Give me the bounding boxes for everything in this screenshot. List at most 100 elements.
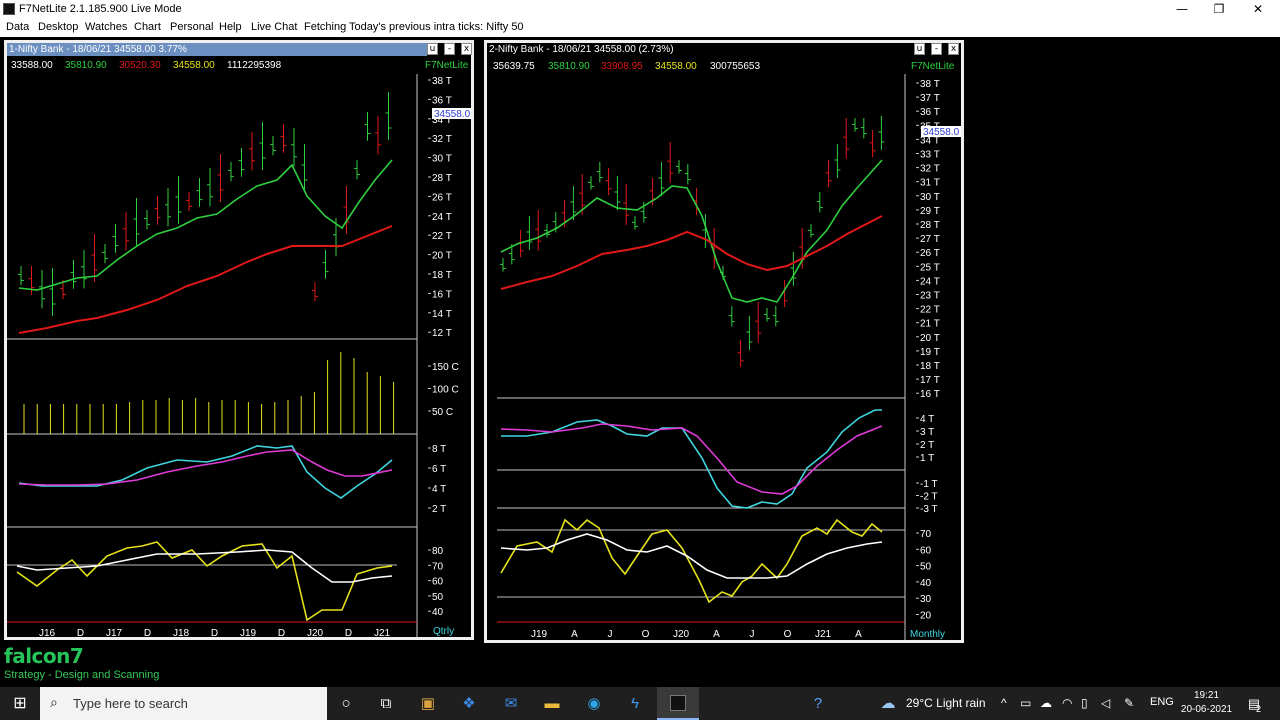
f7netlite-taskbar-button[interactable] — [657, 687, 699, 720]
cloud-icon[interactable]: ☁ — [1040, 696, 1052, 710]
file-explorer-icon[interactable]: ▬ — [541, 693, 563, 715]
period-label[interactable]: Monthly — [910, 629, 945, 640]
axis-tick-label: 70 — [432, 561, 444, 572]
taskbar-search-box[interactable]: ⌕ Type here to search — [40, 687, 327, 720]
axis-tick-label: 33 T — [920, 150, 940, 161]
axis-tick-label: 14 T — [432, 309, 452, 320]
weather-icon[interactable]: ☁ — [877, 693, 899, 715]
period-label[interactable]: Qtrly — [433, 626, 454, 637]
search-icon: ⌕ — [50, 694, 58, 710]
menu-chart[interactable]: Chart — [134, 21, 161, 33]
pen-icon[interactable]: ✎ — [1124, 696, 1134, 710]
window-u-button[interactable]: u — [427, 43, 438, 55]
window-close-button[interactable]: x — [948, 43, 959, 55]
macd-lines — [500, 409, 883, 509]
mail-icon[interactable]: ✉ — [500, 693, 522, 715]
rsi-axis-ticks: 80 70 60 50 40 — [428, 546, 444, 618]
ohlc-low: 30520.30 — [119, 60, 161, 71]
language-indicator[interactable]: ENG — [1150, 696, 1174, 708]
chart-canvas-monthly[interactable]: 35639.75 35810.90 33908.95 34558.00 3007… — [487, 56, 961, 640]
status-message: Fetching Today's previous intra ticks: N… — [304, 21, 524, 33]
app-icon-lightning[interactable]: ϟ — [624, 693, 646, 715]
chart-window-quarterly[interactable]: 1-Nifty Bank - 18/06/21 34558.00 3.77% u… — [4, 40, 474, 640]
axis-tick-label: 20 — [920, 611, 932, 622]
axis-tick-label: 26 T — [920, 248, 940, 259]
axis-tick-label: 37 T — [920, 93, 940, 104]
axis-tick-label: 24 T — [432, 212, 452, 223]
window-minimize-button[interactable]: - — [444, 43, 455, 55]
axis-tick-label: 29 T — [920, 206, 940, 217]
axis-tick-label: 17 T — [920, 375, 940, 386]
axis-tick-label: 4 T — [920, 414, 934, 425]
close-button[interactable]: ✕ — [1238, 0, 1278, 19]
price-bars — [18, 92, 392, 316]
ohlc-high: 35810.90 — [548, 61, 590, 72]
time-axis-label: J21 — [374, 628, 391, 637]
cortana-icon[interactable]: ○ — [335, 693, 357, 715]
brand-label: F7NetLite — [425, 60, 469, 71]
axis-tick-label: -1 T — [920, 479, 938, 490]
time-axis-label: J17 — [106, 628, 123, 637]
weather-text[interactable]: 29°C Light rain — [906, 696, 986, 710]
clock-date: 20-06-2021 — [1180, 704, 1233, 715]
time-axis-label: D — [211, 628, 218, 637]
axis-tick-label: 30 T — [920, 192, 940, 203]
axis-tick-label: 150 C — [432, 362, 459, 373]
edge-icon[interactable]: ◉ — [583, 693, 605, 715]
current-price-label: 34558.0 — [434, 109, 471, 120]
taskbar-clock[interactable]: 19:21 20-06-2021 — [1179, 689, 1234, 717]
menu-data[interactable]: Data — [6, 21, 29, 33]
minimize-button[interactable]: — — [1162, 0, 1202, 19]
menu-help[interactable]: Help — [219, 21, 242, 33]
time-axis-label: D — [144, 628, 151, 637]
axis-tick-label: 80 — [432, 546, 444, 557]
help-icon[interactable]: ? — [807, 693, 829, 715]
menu-personal[interactable]: Personal — [170, 21, 213, 33]
chart-window-title: 2-Nifty Bank - 18/06/21 34558.00 (2.73%) — [487, 43, 913, 56]
price-bars — [500, 116, 885, 368]
tray-icon[interactable]: ▭ — [1020, 696, 1031, 710]
axis-tick-label: -3 T — [920, 504, 938, 515]
axis-tick-label: 19 T — [920, 347, 940, 358]
current-price-label: 34558.0 — [923, 127, 960, 138]
task-view-icon[interactable]: ⧉ — [375, 693, 397, 715]
volume-axis-ticks: 150 C 100 C 50 C — [428, 362, 459, 418]
tray-chevron-icon[interactable]: ^ — [1001, 696, 1007, 710]
axis-tick-label: 50 — [920, 562, 932, 573]
time-axis-labels: J16 D J17 D J18 D J19 D J20 D J21 — [39, 628, 391, 637]
window-close-button[interactable]: x — [461, 43, 472, 55]
windows-taskbar: ⊞ ⌕ Type here to search ○ ⧉ ▣ ❖ ✉ ▬ ◉ ϟ … — [0, 687, 1280, 720]
dropbox-icon[interactable]: ❖ — [458, 693, 480, 715]
axis-tick-label: 32 T — [920, 164, 940, 175]
time-axis-label: J18 — [173, 628, 190, 637]
menu-live-chat[interactable]: Live Chat — [251, 21, 297, 33]
macd-signal-cyan — [18, 445, 393, 499]
wifi-icon[interactable]: ◠ — [1062, 696, 1072, 710]
chart-canvas-quarterly[interactable]: 33588.00 35810.90 30520.30 34558.00 1112… — [7, 56, 471, 637]
axis-tick-label: 24 T — [920, 276, 940, 287]
menu-watches[interactable]: Watches — [85, 21, 127, 33]
time-axis-labels: J19 A J O J20 A J O J21 A — [531, 629, 862, 640]
maximize-button[interactable]: ❐ — [1199, 0, 1239, 19]
windows-start-icon[interactable]: ⊞ — [9, 693, 31, 715]
battery-icon[interactable]: ▯ — [1081, 696, 1088, 710]
rsi-lines — [16, 541, 393, 622]
axis-tick-label: 16 T — [432, 289, 452, 300]
axis-tick-label: 60 — [432, 577, 444, 588]
time-axis-label: A — [855, 629, 862, 640]
ohlc-high: 35810.90 — [65, 60, 107, 71]
time-axis-label: D — [77, 628, 84, 637]
window-minimize-button[interactable]: - — [931, 43, 942, 55]
store-icon[interactable]: ▣ — [417, 693, 439, 715]
notifications-icon[interactable]: ▤ — [1243, 693, 1265, 715]
axis-tick-label: 16 T — [920, 389, 940, 400]
macd-lines — [18, 445, 393, 499]
axis-tick-label: 31 T — [920, 178, 940, 189]
window-u-button[interactable]: u — [914, 43, 925, 55]
chart-window-monthly[interactable]: 2-Nifty Bank - 18/06/21 34558.00 (2.73%)… — [484, 40, 964, 643]
menu-desktop[interactable]: Desktop — [38, 21, 78, 33]
falcon7-logo: falcon7 — [4, 644, 84, 668]
axis-tick-label: 36 T — [432, 95, 452, 106]
axis-tick-label: -2 T — [920, 492, 938, 503]
volume-icon[interactable]: ◁ — [1101, 696, 1110, 710]
